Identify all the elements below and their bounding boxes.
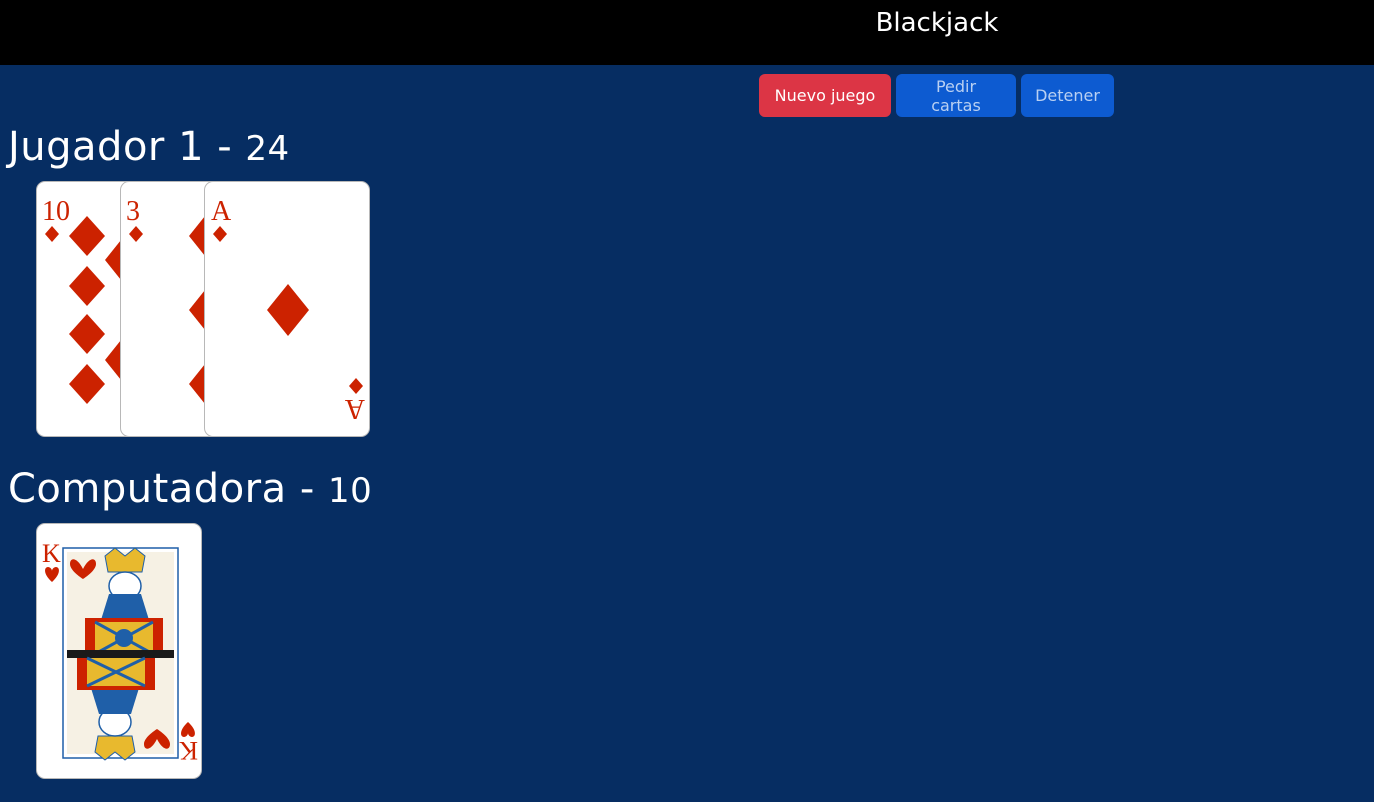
computer-hand: K K bbox=[36, 523, 204, 781]
hit-button[interactable]: Pedir cartas bbox=[896, 74, 1016, 117]
card-rank: A bbox=[211, 196, 232, 227]
svg-text:A: A bbox=[344, 393, 365, 424]
card-ace-of-diamonds: A A bbox=[204, 181, 370, 437]
heart-icon bbox=[45, 567, 59, 582]
diamond-icon bbox=[129, 226, 143, 242]
computer-heading: Computadora - 10 bbox=[8, 466, 372, 512]
stand-button[interactable]: Detener bbox=[1021, 74, 1114, 117]
player-heading: Jugador 1 - 24 bbox=[8, 124, 290, 170]
diamond-icon bbox=[45, 226, 59, 242]
svg-text:K: K bbox=[179, 736, 198, 765]
diamond-icon bbox=[213, 226, 227, 242]
new-game-button[interactable]: Nuevo juego bbox=[759, 74, 891, 117]
player-name: Jugador 1 bbox=[8, 124, 205, 170]
card-rank: K bbox=[42, 539, 61, 568]
card-rank: 10 bbox=[42, 196, 70, 227]
game-controls: Nuevo juego Pedir cartas Detener bbox=[759, 74, 1114, 117]
top-bar bbox=[0, 0, 1374, 65]
computer-separator: - bbox=[299, 466, 315, 512]
card-king-of-hearts: K K bbox=[36, 523, 202, 779]
computer-name: Computadora bbox=[8, 466, 287, 512]
player-score: 24 bbox=[245, 129, 290, 169]
card-rank: 3 bbox=[126, 196, 140, 227]
center-diamond-icon bbox=[267, 284, 309, 336]
computer-score: 10 bbox=[328, 471, 373, 511]
player-hand: 10 3 A A bbox=[36, 181, 376, 439]
player-separator: - bbox=[217, 124, 233, 170]
